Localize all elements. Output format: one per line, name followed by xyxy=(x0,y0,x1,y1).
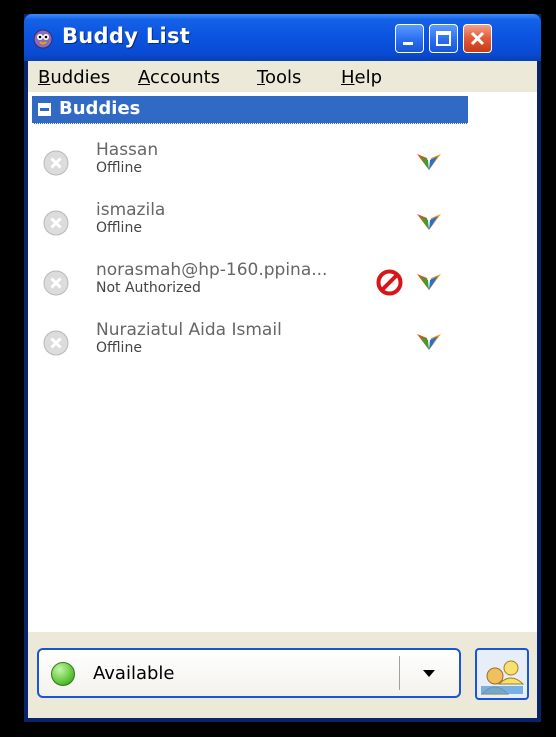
status-selector-value: Available xyxy=(93,663,175,684)
buddy-name: Nuraziatul Aida Ismail xyxy=(96,320,282,340)
buddy-status: Offline xyxy=(96,220,142,236)
buddy-icon-button[interactable] xyxy=(475,648,529,700)
buddy-row[interactable]: Nuraziatul Aida Ismail Offline xyxy=(28,316,537,374)
buddy-list-window: Buddy List Buddies Accounts Tools Help B… xyxy=(24,14,541,722)
buddy-name: norasmah@hp-160.ppina... xyxy=(96,260,328,280)
offline-status-icon xyxy=(43,210,69,236)
buddy-status: Not Authorized xyxy=(96,280,201,296)
available-status-icon xyxy=(51,662,75,686)
buddy-row[interactable]: norasmah@hp-160.ppina... Not Authorized xyxy=(28,256,537,314)
msn-butterfly-icon xyxy=(417,334,441,350)
buddy-status: Offline xyxy=(96,160,142,176)
menu-accounts[interactable]: Accounts xyxy=(138,67,220,88)
maximize-icon xyxy=(436,31,451,46)
collapse-icon[interactable] xyxy=(38,103,51,116)
divider xyxy=(399,656,400,690)
msn-butterfly-icon xyxy=(417,274,441,290)
minimize-icon xyxy=(403,42,413,45)
buddy-name: ismazila xyxy=(96,200,166,220)
group-header-buddies[interactable]: Buddies xyxy=(32,96,468,124)
msn-butterfly-icon xyxy=(417,154,441,170)
buddy-list-area[interactable]: Buddies Hassan Offline ismazila Offline … xyxy=(28,92,537,632)
pidgin-icon xyxy=(33,29,53,49)
buddy-row[interactable]: Hassan Offline xyxy=(28,136,537,194)
buddy-row[interactable]: ismazila Offline xyxy=(28,196,537,254)
buddy-name: Hassan xyxy=(96,140,159,160)
offline-status-icon xyxy=(43,270,69,296)
status-bar: Available xyxy=(28,632,537,718)
close-button[interactable] xyxy=(463,24,492,53)
menu-bar: Buddies Accounts Tools Help xyxy=(28,61,537,92)
chevron-down-icon[interactable] xyxy=(423,670,435,677)
menu-buddies[interactable]: Buddies xyxy=(38,67,110,88)
minimize-button[interactable] xyxy=(395,24,424,53)
buddy-status: Offline xyxy=(96,340,142,356)
title-bar[interactable]: Buddy List xyxy=(24,14,541,61)
maximize-button[interactable] xyxy=(429,24,458,53)
blocked-icon xyxy=(376,269,403,296)
group-label: Buddies xyxy=(59,98,141,119)
menu-tools[interactable]: Tools xyxy=(257,67,301,88)
close-icon xyxy=(470,31,485,46)
menu-help[interactable]: Help xyxy=(341,67,382,88)
msn-butterfly-icon xyxy=(417,214,441,230)
window-title: Buddy List xyxy=(62,24,191,48)
offline-status-icon xyxy=(43,150,69,176)
status-selector[interactable]: Available xyxy=(37,648,461,698)
offline-status-icon xyxy=(43,330,69,356)
avatar-icon xyxy=(480,660,525,695)
